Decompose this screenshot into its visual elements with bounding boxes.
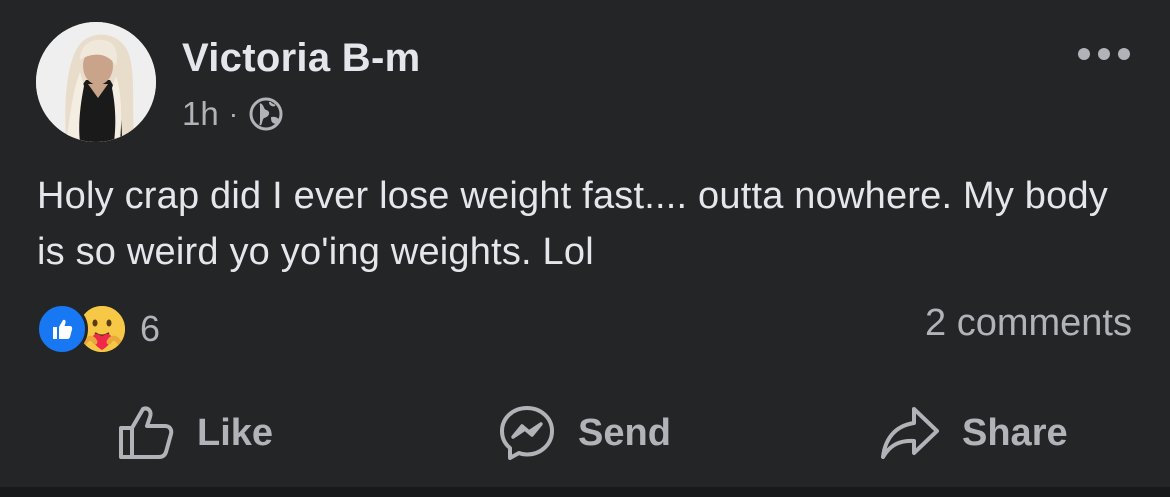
more-options-icon[interactable] [1078, 42, 1130, 66]
avatar[interactable] [36, 22, 156, 142]
share-arrow-icon [881, 407, 939, 459]
like-button[interactable]: Like [117, 400, 273, 466]
post-text: Holy crap did I ever lose weight fast...… [37, 175, 1108, 273]
post-timestamp[interactable]: 1h [182, 95, 219, 133]
post-divider [0, 487, 1170, 497]
reaction-count: 6 [140, 308, 161, 349]
thumbs-up-icon [119, 406, 174, 459]
messenger-icon [500, 406, 554, 460]
globe-icon[interactable] [248, 96, 284, 132]
more-dot [1078, 48, 1090, 60]
more-dot [1098, 48, 1110, 60]
post-meta: 1h · [182, 94, 284, 134]
profile-photo [36, 22, 156, 142]
share-label: Share [962, 411, 1068, 454]
post-card: Victoria B-m 1h · Holy crap did I ever l… [0, 0, 1170, 497]
reactions-summary[interactable]: 6 [36, 303, 161, 355]
action-bar: Like Send Share [0, 400, 1170, 466]
like-label: Like [197, 411, 274, 454]
meta-separator: · [228, 98, 239, 129]
author-name[interactable]: Victoria B-m [182, 36, 420, 81]
share-button[interactable]: Share [880, 400, 1068, 466]
send-button[interactable]: Send [498, 400, 671, 466]
send-label: Send [578, 411, 671, 454]
comments-count-link[interactable]: 2 comments [925, 302, 1132, 345]
like-reaction-icon [36, 303, 88, 355]
more-dot [1118, 48, 1130, 60]
